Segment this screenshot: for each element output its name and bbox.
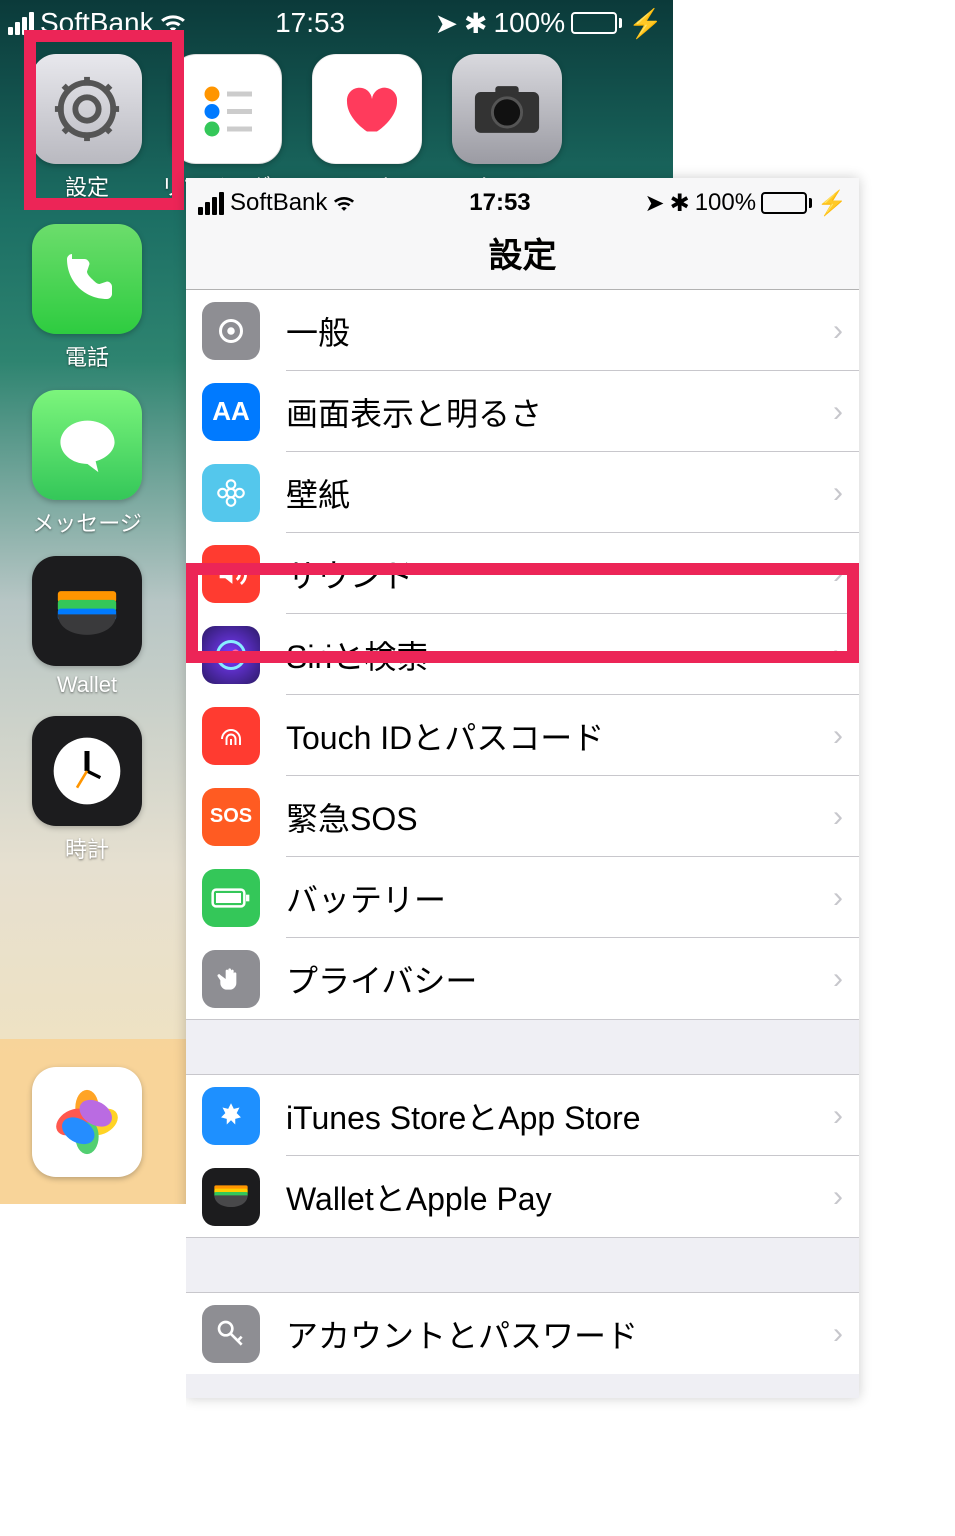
- row-label: サウンド: [286, 551, 833, 597]
- chevron-right-icon: ›: [833, 719, 843, 753]
- battery-pct: 100%: [695, 189, 756, 217]
- fingerprint-icon: [202, 707, 260, 765]
- page-title: 設定: [186, 228, 859, 277]
- navbar: 設定: [186, 222, 859, 290]
- wallet-icon: [202, 1168, 260, 1226]
- text-size-icon: AA: [202, 383, 260, 441]
- chevron-right-icon: ›: [833, 1180, 843, 1214]
- row-walletpay[interactable]: WalletとApple Pay ›: [186, 1156, 859, 1237]
- row-label: 画面表示と明るさ: [286, 389, 833, 435]
- row-siri[interactable]: Siriと検索 ›: [186, 614, 859, 695]
- settings-list-1: 一般 › AA 画面表示と明るさ › 壁紙 › サウンド › Siriと検索 ›…: [186, 290, 859, 1019]
- settings-screen: SoftBank 17:53 ➤ ✱ 100% ⚡ 設定 一般 › AA 画面表…: [186, 178, 859, 1398]
- location-icon: ➤: [435, 7, 458, 40]
- row-label: バッテリー: [286, 875, 833, 921]
- camera-icon: [452, 54, 562, 164]
- appstore-icon: [202, 1087, 260, 1145]
- chevron-right-icon: ›: [833, 638, 843, 672]
- wifi-icon: [333, 195, 355, 212]
- row-label: Siriと検索: [286, 632, 833, 678]
- clock-label: 17:53: [275, 7, 345, 39]
- app-phone[interactable]: 電話: [32, 224, 142, 372]
- location-icon: ➤: [644, 189, 664, 218]
- row-label: 一般: [286, 308, 833, 354]
- carrier-label: SoftBank: [230, 189, 327, 217]
- wifi-icon: [160, 13, 186, 33]
- carrier-label: SoftBank: [40, 7, 154, 39]
- app-messages[interactable]: メッセージ: [32, 390, 142, 538]
- battery-icon: [202, 869, 260, 927]
- phone-icon: [32, 224, 142, 334]
- charging-icon: ⚡: [628, 7, 663, 40]
- battery-pct: 100%: [494, 7, 566, 39]
- row-label: iTunes StoreとApp Store: [286, 1093, 833, 1139]
- row-itunes[interactable]: iTunes StoreとApp Store ›: [186, 1075, 859, 1156]
- mask: [0, 1204, 186, 1536]
- app-photos[interactable]: [32, 1067, 142, 1177]
- bluetooth-icon: ✱: [670, 189, 690, 218]
- row-sounds[interactable]: サウンド ›: [186, 533, 859, 614]
- key-icon: [202, 1305, 260, 1363]
- chevron-right-icon: ›: [833, 476, 843, 510]
- app-settings[interactable]: 設定: [32, 54, 142, 202]
- section-gap: [186, 1237, 859, 1293]
- charging-icon: ⚡: [817, 189, 847, 218]
- flower-icon: [202, 464, 260, 522]
- row-privacy[interactable]: プライバシー ›: [186, 938, 859, 1019]
- settings-list-3: アカウントとパスワード ›: [186, 1293, 859, 1374]
- clock-label: 17:53: [469, 189, 530, 217]
- signal-icon: [8, 12, 34, 35]
- app-label: 設定: [65, 170, 109, 202]
- battery-icon: [571, 12, 622, 34]
- row-accounts[interactable]: アカウントとパスワード ›: [186, 1293, 859, 1374]
- home-statusbar: SoftBank 17:53 ➤ ✱ 100% ⚡: [0, 0, 673, 42]
- app-label: メッセージ: [32, 506, 142, 538]
- clock-icon: [32, 716, 142, 826]
- chevron-right-icon: ›: [833, 1317, 843, 1351]
- row-label: WalletとApple Pay: [286, 1174, 833, 1220]
- section-gap: [186, 1019, 859, 1075]
- row-label: 緊急SOS: [286, 794, 833, 840]
- row-label: プライバシー: [286, 956, 833, 1002]
- message-icon: [32, 390, 142, 500]
- row-label: Touch IDとパスコード: [286, 713, 833, 759]
- chevron-right-icon: ›: [833, 1099, 843, 1133]
- row-wallpaper[interactable]: 壁紙 ›: [186, 452, 859, 533]
- app-label: 時計: [65, 832, 109, 864]
- row-general[interactable]: 一般 ›: [186, 290, 859, 371]
- row-display[interactable]: AA 画面表示と明るさ ›: [186, 371, 859, 452]
- chevron-right-icon: ›: [833, 962, 843, 996]
- app-wallet[interactable]: Wallet: [32, 556, 142, 698]
- settings-statusbar: SoftBank 17:53 ➤ ✱ 100% ⚡: [186, 178, 859, 222]
- reminders-icon: [172, 54, 282, 164]
- gear-icon: [32, 54, 142, 164]
- row-touchid[interactable]: Touch IDとパスコード ›: [186, 695, 859, 776]
- sos-icon: SOS: [202, 788, 260, 846]
- app-label: 電話: [65, 340, 109, 372]
- settings-list-2: iTunes StoreとApp Store › WalletとApple Pa…: [186, 1075, 859, 1237]
- gear-icon: [202, 302, 260, 360]
- app-clock[interactable]: 時計: [32, 716, 142, 864]
- battery-icon: [761, 192, 812, 214]
- chevron-right-icon: ›: [833, 800, 843, 834]
- hand-icon: [202, 950, 260, 1008]
- photos-icon: [32, 1067, 142, 1177]
- row-label: 壁紙: [286, 470, 833, 516]
- row-label: アカウントとパスワード: [286, 1311, 833, 1357]
- row-sos[interactable]: SOS 緊急SOS ›: [186, 776, 859, 857]
- siri-icon: [202, 626, 260, 684]
- chevron-right-icon: ›: [833, 314, 843, 348]
- chevron-right-icon: ›: [833, 395, 843, 429]
- row-battery[interactable]: バッテリー ›: [186, 857, 859, 938]
- bluetooth-icon: ✱: [464, 7, 487, 40]
- chevron-right-icon: ›: [833, 557, 843, 591]
- signal-icon: [198, 192, 224, 215]
- chevron-right-icon: ›: [833, 881, 843, 915]
- app-label: Wallet: [57, 672, 117, 698]
- speaker-icon: [202, 545, 260, 603]
- wallet-icon: [32, 556, 142, 666]
- heart-icon: [312, 54, 422, 164]
